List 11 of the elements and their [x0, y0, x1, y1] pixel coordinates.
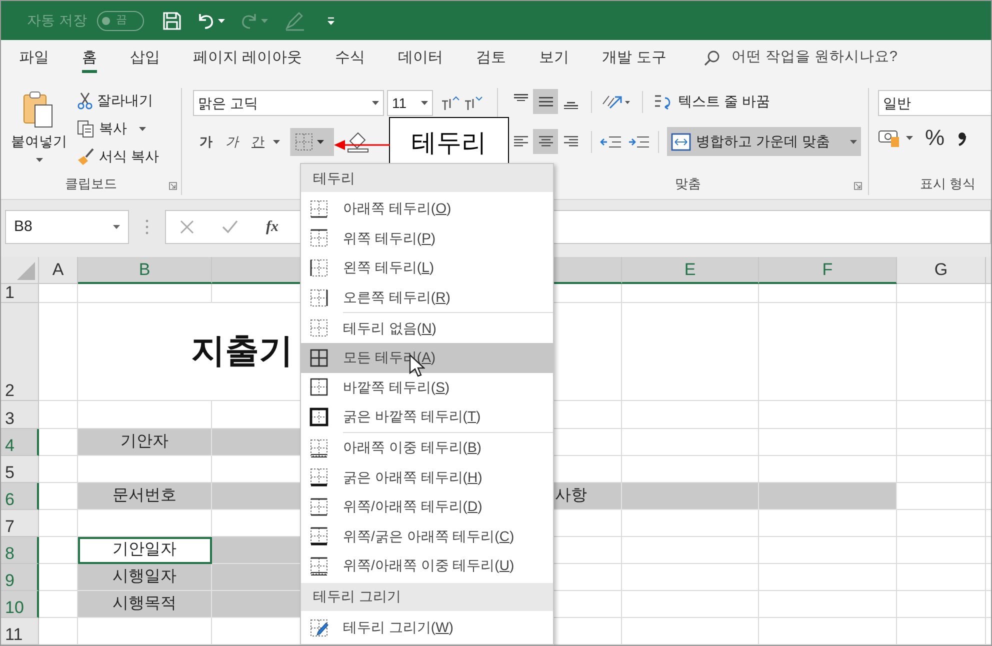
- group-label: 클립보드: [65, 175, 117, 194]
- cell-text: 기안자: [78, 429, 212, 456]
- autosave-label: 자동 저장: [27, 11, 87, 30]
- group-label: 표시 형식: [920, 175, 976, 194]
- cell-text: 시행일자: [78, 564, 212, 591]
- group-label: 맞춤: [675, 175, 701, 194]
- menu-header: 테두리 그리기: [301, 582, 553, 611]
- cell-text: 시행목적: [78, 591, 212, 618]
- cell-text: 기안일자: [78, 537, 212, 564]
- cell-text: 문서번호: [78, 483, 212, 510]
- menu-header: 테두리: [301, 164, 553, 192]
